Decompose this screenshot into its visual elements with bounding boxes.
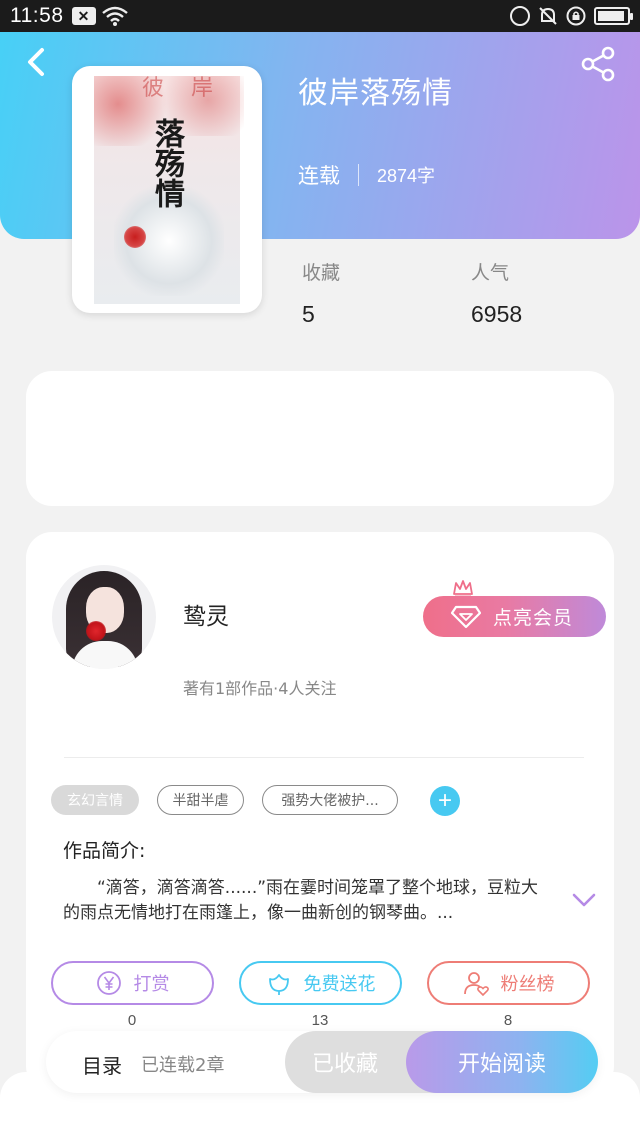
back-icon[interactable] (20, 44, 52, 80)
vip-button[interactable]: 点亮会员 (423, 596, 606, 637)
author-avatar[interactable] (52, 565, 156, 669)
yen-icon (96, 971, 121, 995)
plus-icon: + (437, 787, 452, 814)
book-meta: 连载 2874字 (298, 160, 435, 190)
send-flower-label: 免费送花 (303, 974, 376, 995)
favorites-stat: 收藏 5 (302, 258, 340, 328)
share-icon[interactable] (578, 44, 618, 84)
word-count: 2874字 (377, 166, 436, 186)
flower-count: 13 (311, 1012, 329, 1029)
favorites-label: 收藏 (302, 262, 341, 284)
tag-genre[interactable]: 玄幻言情 (51, 785, 139, 815)
status-bar: 11:58 ✕ (0, 0, 640, 32)
popularity-stat: 人气 6958 (471, 258, 522, 328)
toc-button[interactable]: 目录 (82, 1050, 122, 1079)
author-name[interactable]: 鸷灵 (183, 597, 229, 631)
chevron-down-icon[interactable] (572, 892, 596, 908)
add-tag-button[interactable]: + (430, 786, 460, 816)
vip-button-label: 点亮会员 (493, 607, 574, 629)
flower-icon (268, 974, 289, 995)
popularity-value: 6958 (471, 301, 523, 327)
notification-close-icon: ✕ (71, 7, 96, 25)
book-cover[interactable]: 彼 岸 落殇情 (72, 66, 262, 313)
cover-title-text: 落殇情 (149, 118, 184, 208)
fans-ranking-button[interactable]: 粉丝榜 (427, 961, 590, 1005)
author-works-followers: 著有1部作品·4人关注 (183, 679, 337, 698)
blank-card (26, 371, 614, 506)
section-divider (64, 757, 584, 758)
intro-text: “滴答，滴答滴答......”雨在霎时间笼罩了整个地球，豆粒大的雨点无情地打在雨… (63, 878, 539, 923)
intro-title: 作品简介: (63, 840, 146, 862)
reward-count: 0 (127, 1012, 137, 1029)
fans-icon (463, 972, 489, 996)
rotation-lock-icon (566, 6, 586, 26)
fans-ranking-label: 粉丝榜 (500, 974, 555, 995)
book-title: 彼岸落殇情 (298, 76, 453, 111)
start-reading-label: 开始阅读 (457, 1052, 546, 1077)
tag-style[interactable]: 半甜半虐 (157, 785, 244, 815)
status-time: 11:58 (10, 4, 64, 27)
tag-theme[interactable]: 强势大佬被护... (262, 785, 398, 815)
reward-label: 打赏 (133, 974, 170, 995)
favorited-label: 已收藏 (311, 1052, 378, 1077)
battery-icon (594, 7, 633, 25)
diamond-icon (451, 605, 481, 628)
start-reading-button[interactable]: 开始阅读 (406, 1031, 598, 1093)
reward-button[interactable]: 打赏 (51, 961, 214, 1005)
mute-bell-icon (539, 7, 557, 25)
serial-status: 连载 (298, 164, 340, 188)
data-saver-icon (510, 6, 530, 26)
meta-divider (358, 164, 359, 186)
chapter-count: 已连载2章 (141, 1055, 225, 1076)
cover-top-text: 彼 岸 (142, 76, 223, 101)
send-flower-button[interactable]: 免费送花 (239, 961, 402, 1005)
crown-icon (453, 580, 473, 598)
wifi-icon (101, 6, 128, 26)
fans-count: 8 (503, 1012, 513, 1029)
favorites-value: 5 (302, 301, 315, 327)
popularity-label: 人气 (471, 262, 510, 284)
